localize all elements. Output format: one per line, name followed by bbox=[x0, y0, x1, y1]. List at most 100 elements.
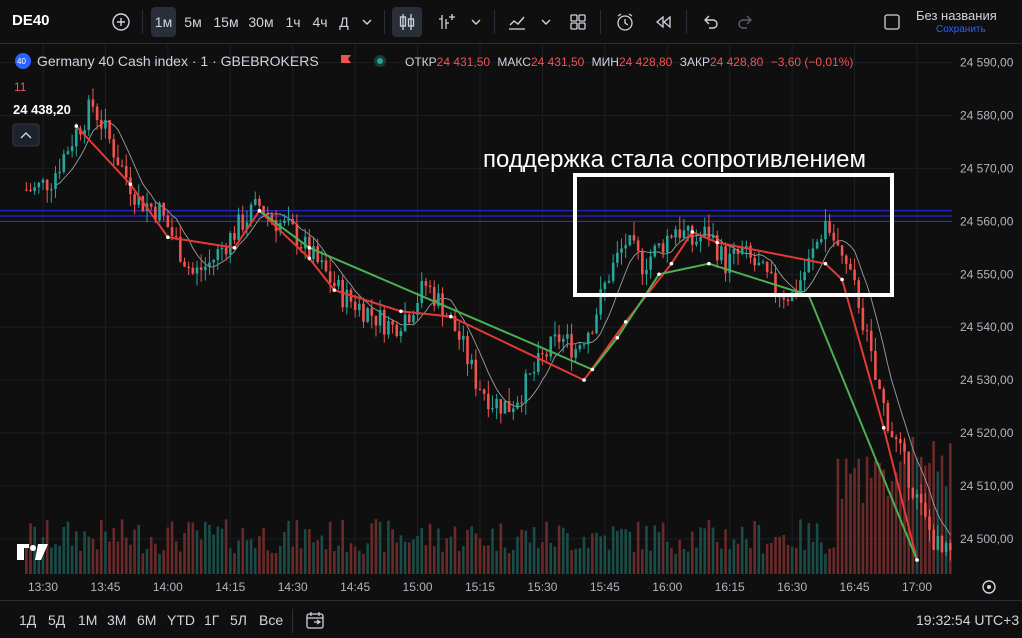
undo-button[interactable] bbox=[696, 7, 724, 37]
interval-5m[interactable]: 5м bbox=[181, 7, 205, 37]
interval-dropdown-button[interactable] bbox=[358, 7, 376, 37]
indicators-button[interactable] bbox=[502, 7, 532, 37]
symbol-search[interactable]: DE40 bbox=[12, 12, 50, 29]
interval-day[interactable]: Д bbox=[334, 7, 354, 37]
zigzag-pivot bbox=[232, 245, 237, 250]
candle-body bbox=[628, 235, 632, 246]
volume-bar bbox=[399, 535, 403, 574]
volume-bar bbox=[266, 550, 270, 574]
volume-bar bbox=[724, 529, 727, 574]
time-tick-label: 13:30 bbox=[28, 580, 58, 594]
candle-body bbox=[882, 389, 885, 403]
range-6m[interactable]: 6М bbox=[137, 612, 156, 628]
volume-bar bbox=[641, 549, 644, 574]
volume-bar bbox=[516, 536, 519, 574]
zigzag-red-line bbox=[75, 125, 918, 561]
divider bbox=[494, 10, 495, 34]
candle-body bbox=[832, 232, 836, 241]
candle-body bbox=[761, 261, 765, 263]
candle-body bbox=[690, 226, 694, 245]
interval-30m[interactable]: 30м bbox=[246, 7, 276, 37]
zigzag-pivot bbox=[166, 235, 170, 240]
zigzag-pivot bbox=[307, 256, 312, 261]
time-tick-label: 15:15 bbox=[465, 580, 495, 594]
volume-bar bbox=[75, 531, 78, 574]
candle-body bbox=[287, 219, 290, 221]
compare-add-button[interactable] bbox=[108, 7, 134, 37]
volume-bar bbox=[528, 542, 532, 574]
range-ytd[interactable]: YTD bbox=[167, 612, 195, 628]
candle-body bbox=[432, 287, 436, 306]
volume-bar bbox=[403, 541, 407, 574]
volume-bar bbox=[170, 521, 174, 574]
volume-bar bbox=[545, 521, 548, 574]
range-1d[interactable]: 1Д bbox=[19, 612, 36, 628]
range-5d[interactable]: 5Д bbox=[48, 612, 65, 628]
volume-bar bbox=[645, 525, 648, 574]
candle-body bbox=[890, 431, 894, 438]
candle-body bbox=[33, 187, 36, 192]
indicators-dropdown-button[interactable] bbox=[537, 7, 555, 37]
volume-bar bbox=[174, 541, 178, 574]
candle-body bbox=[520, 402, 523, 404]
zigzag-pivot bbox=[590, 367, 595, 372]
layout-button[interactable] bbox=[563, 7, 593, 37]
interval-15m[interactable]: 15м bbox=[211, 7, 241, 37]
range-5y[interactable]: 5Л bbox=[230, 612, 247, 628]
volume-bar bbox=[457, 551, 461, 574]
annotation-text[interactable]: поддержка стала сопротивлением bbox=[483, 146, 866, 173]
annotation-box[interactable] bbox=[573, 173, 894, 297]
volume-bar bbox=[487, 545, 490, 574]
clock[interactable]: 19:32:54 UTC+3 bbox=[916, 612, 1019, 628]
candle-body bbox=[362, 303, 365, 322]
redo-button[interactable] bbox=[732, 7, 760, 37]
high-value: 24 431,50 bbox=[531, 55, 585, 69]
goto-date-button[interactable] bbox=[304, 609, 326, 636]
volume-bar bbox=[636, 521, 640, 574]
candle-body bbox=[424, 281, 428, 286]
range-1y[interactable]: 1Г bbox=[204, 612, 219, 628]
replay-button[interactable] bbox=[648, 7, 678, 37]
time-tick-label: 14:30 bbox=[278, 580, 308, 594]
volume-bar bbox=[412, 539, 415, 574]
interval-1h[interactable]: 1ч bbox=[281, 7, 305, 37]
volume-bar bbox=[395, 542, 399, 574]
candle-body bbox=[104, 120, 107, 129]
volume-bar bbox=[599, 536, 602, 574]
bar-style-button[interactable] bbox=[432, 7, 462, 37]
interval-4h[interactable]: 4ч bbox=[308, 7, 332, 37]
candle-body bbox=[874, 350, 877, 380]
volume-bar bbox=[665, 541, 669, 574]
volume-bar bbox=[333, 550, 336, 574]
chart-type-dropdown-button[interactable] bbox=[467, 7, 485, 37]
open-label: ОТКР bbox=[405, 55, 437, 69]
price-chart[interactable]: поддержка стала сопротивлением 24 500,00… bbox=[0, 44, 1022, 600]
chart-type-candles-button[interactable] bbox=[392, 7, 422, 37]
volume-bar bbox=[536, 547, 540, 574]
collapse-legend-button[interactable] bbox=[12, 123, 40, 147]
candle-body bbox=[233, 233, 236, 240]
volume-bar bbox=[387, 520, 390, 574]
layout-checkbox[interactable] bbox=[880, 7, 904, 37]
candle-body bbox=[620, 248, 623, 253]
settings-gear-button[interactable] bbox=[982, 580, 996, 594]
interval-1m[interactable]: 1м bbox=[151, 7, 176, 37]
volume-bar bbox=[503, 547, 507, 574]
save-button[interactable]: Сохранить bbox=[936, 24, 997, 35]
instrument-name[interactable]: Germany 40 Cash index · 1 · GBEBROKERS bbox=[37, 53, 319, 69]
volume-bar bbox=[378, 522, 382, 574]
range-1m[interactable]: 1М bbox=[78, 612, 97, 628]
zigzag-pivot bbox=[257, 208, 262, 213]
volume-bar bbox=[919, 456, 923, 574]
legend: 40 Germany 40 Cash index · 1 · GBEBROKER… bbox=[12, 53, 853, 147]
candle-body bbox=[412, 314, 415, 323]
volume-bar bbox=[470, 526, 473, 574]
alert-button[interactable] bbox=[610, 7, 640, 37]
candle-body bbox=[266, 213, 270, 215]
volume-bar bbox=[778, 536, 781, 574]
range-all[interactable]: Все bbox=[259, 612, 283, 628]
layout-name[interactable]: Без названия Сохранить bbox=[916, 8, 997, 35]
range-3m[interactable]: 3М bbox=[107, 612, 126, 628]
candle-body bbox=[91, 99, 95, 107]
candle-body bbox=[482, 389, 486, 394]
